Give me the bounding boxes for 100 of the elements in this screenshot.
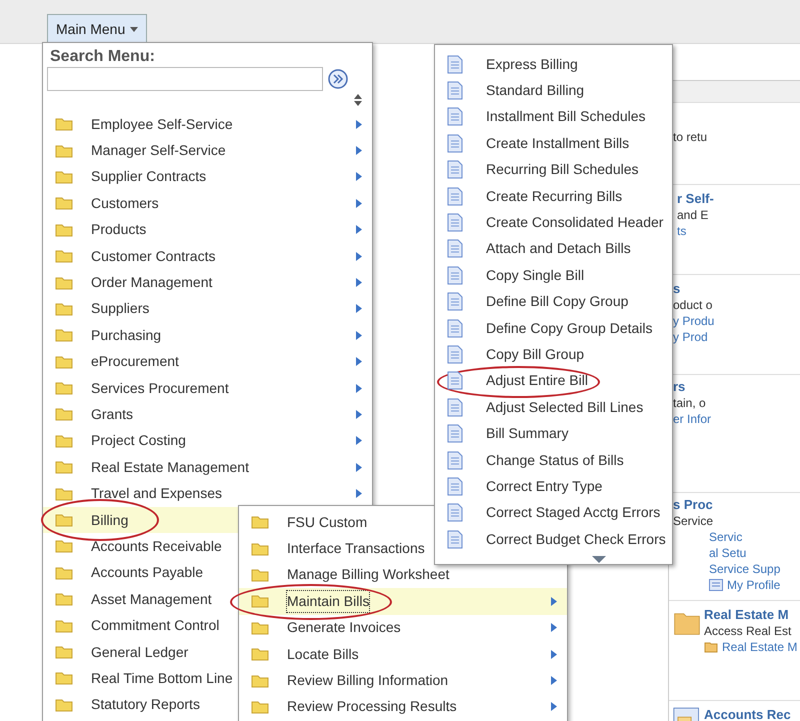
menu-item[interactable]: Define Copy Group Details xyxy=(435,314,672,342)
section-link[interactable]: y Produ xyxy=(673,313,714,329)
menu-item[interactable]: Change Status of Bills xyxy=(435,446,672,474)
main-menu-button[interactable]: Main Menu xyxy=(47,14,148,43)
menu-item-label: Interface Transactions xyxy=(287,539,425,558)
folder-icon xyxy=(55,144,73,158)
section-link[interactable]: al Setu xyxy=(709,545,746,561)
folder-icon xyxy=(55,513,73,528)
menu-item[interactable]: Products xyxy=(43,216,372,243)
menu-item[interactable]: Correct Entry Type xyxy=(435,473,672,500)
section-link[interactable]: Servic xyxy=(709,529,742,545)
folder-icon xyxy=(251,620,269,635)
menu-item-label: Products xyxy=(91,220,146,240)
document-icon xyxy=(447,213,463,232)
menu-item-label: Customer Contracts xyxy=(91,246,216,266)
menu-item-label: Attach and Detach Bills xyxy=(486,239,631,258)
document-icon xyxy=(447,530,463,549)
menu-item[interactable]: Standard Billing xyxy=(435,77,672,104)
menu-item[interactable]: Suppliers xyxy=(43,296,372,322)
menu-item[interactable]: Customers xyxy=(43,190,372,217)
folder-icon xyxy=(55,381,73,396)
menu-item-label: Billing xyxy=(91,510,128,530)
menu-item-label: Bill Summary xyxy=(486,424,568,444)
menu-item[interactable]: Correct Budget Check Errors xyxy=(435,526,672,552)
menu-item[interactable]: Supplier Contracts xyxy=(43,164,372,190)
menu-item[interactable]: Grants xyxy=(43,401,372,428)
menu-item-label: Accounts Payable xyxy=(91,563,204,582)
folder-icon xyxy=(251,515,269,530)
document-icon xyxy=(447,424,463,444)
menu-item[interactable]: Copy Bill Group xyxy=(435,341,672,368)
menu-item[interactable]: Define Bill Copy Group xyxy=(435,288,672,315)
menu-item[interactable]: Manage Billing Worksheet xyxy=(239,562,567,588)
arrow-icon xyxy=(551,676,557,686)
scroll-down-icon[interactable] xyxy=(592,556,606,564)
menu-item-label: Correct Budget Check Errors xyxy=(486,530,666,549)
section-text: Access Real Est xyxy=(704,623,792,639)
document-icon xyxy=(447,398,463,417)
menu-item[interactable]: Locate Bills xyxy=(239,640,567,668)
menu-item[interactable]: Employee Self-Service xyxy=(43,111,372,138)
folder-icon xyxy=(55,196,73,210)
menu-item[interactable]: Real Estate Management xyxy=(43,454,372,480)
folder-icon xyxy=(55,328,73,342)
menu-item[interactable]: Review Processing Results xyxy=(239,694,567,720)
menu-item[interactable]: Project Costing xyxy=(43,428,372,454)
menu-item[interactable]: Manager Self-Service xyxy=(43,137,372,164)
folder-icon xyxy=(55,170,73,184)
go-icon[interactable] xyxy=(328,69,348,89)
menu-item[interactable]: Adjust Entire Bill xyxy=(435,368,672,394)
menu-item[interactable]: Recurring Bill Schedules xyxy=(435,156,672,183)
search-field[interactable] xyxy=(47,67,323,91)
menu-item[interactable]: Order Management xyxy=(43,269,372,296)
menu-item[interactable]: Purchasing xyxy=(43,322,372,349)
folder-icon xyxy=(251,674,269,688)
folder-icon xyxy=(55,434,73,448)
folder-icon xyxy=(251,542,269,556)
menu-item[interactable]: Customer Contracts xyxy=(43,242,372,270)
menu-item[interactable]: Generate Invoices xyxy=(239,614,567,641)
menu-item-label: Purchasing xyxy=(91,326,162,345)
arrow-icon xyxy=(356,304,362,314)
menu-item[interactable]: Create Recurring Bills xyxy=(435,182,672,210)
menu-item-label: eProcurement xyxy=(91,352,179,372)
section-link[interactable]: ts xyxy=(677,223,686,239)
document-icon xyxy=(447,54,463,74)
menu-item[interactable]: Attach and Detach Bills xyxy=(435,236,672,262)
section-heading: Real Estate M xyxy=(704,607,789,623)
arrow-icon xyxy=(356,252,362,261)
menu-item[interactable]: Review Billing Information xyxy=(239,667,567,694)
menu-item-label: Correct Entry Type xyxy=(486,476,602,496)
section-link[interactable]: er Infor xyxy=(673,411,712,427)
section-link[interactable]: Real Estate M xyxy=(722,639,798,655)
arrow-icon xyxy=(356,489,362,498)
menu-item-label: Create Consolidated Header xyxy=(486,213,664,232)
arrow-icon xyxy=(551,596,557,606)
menu-item-label: Statutory Reports xyxy=(91,695,200,714)
document-icon xyxy=(447,292,463,312)
menu-item[interactable]: Adjust Selected Bill Lines xyxy=(435,394,672,420)
document-icon xyxy=(447,239,463,258)
menu-item[interactable]: Express Billing xyxy=(435,51,672,78)
section-link[interactable]: Service Supp xyxy=(709,561,780,577)
menu-item[interactable]: Create Installment Bills xyxy=(435,130,672,157)
menu-item[interactable]: Installment Bill Schedules xyxy=(435,104,672,130)
menu-item[interactable]: Maintain Bills xyxy=(239,588,567,615)
menu-item[interactable]: Correct Staged Acctg Errors xyxy=(435,500,672,526)
section-text: Service xyxy=(673,513,714,529)
menu-item[interactable]: Services Procurement xyxy=(43,374,372,402)
menu-item[interactable]: eProcurement xyxy=(43,348,372,375)
menu-item-label: Manager Self-Service xyxy=(91,141,226,160)
menu-item[interactable]: Bill Summary xyxy=(435,420,672,447)
section-link[interactable]: y Prod xyxy=(673,329,708,345)
menu-item-label: Accounts Receivable xyxy=(91,536,222,556)
arrow-icon xyxy=(356,436,362,446)
sort-icon[interactable] xyxy=(354,94,362,106)
menu-item-label: Adjust Selected Bill Lines xyxy=(486,398,644,417)
menu-item[interactable]: Copy Single Bill xyxy=(435,262,672,289)
folder-icon xyxy=(251,568,269,582)
document-icon xyxy=(447,450,463,470)
menu-item[interactable]: Travel and Expenses xyxy=(43,480,372,507)
section-link[interactable]: My Profile xyxy=(727,577,780,593)
menu-item[interactable]: Create Consolidated Header xyxy=(435,209,672,236)
menu-item-label: Locate Bills xyxy=(287,644,359,664)
